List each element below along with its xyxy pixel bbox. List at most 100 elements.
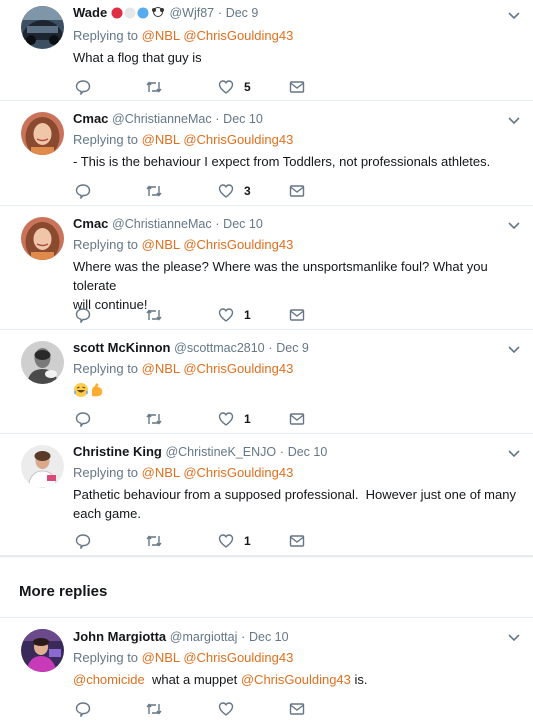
chevron-down-icon[interactable]	[507, 345, 521, 355]
tweet-text: @chomicide what a muppet @ChrisGoulding4…	[73, 670, 505, 689]
message-button[interactable]	[289, 409, 305, 429]
retweet-button[interactable]	[145, 181, 163, 201]
chevron-down-icon[interactable]	[507, 633, 521, 643]
like-button[interactable]: 3	[218, 181, 251, 201]
tweet-text-segment: is.	[350, 672, 368, 687]
display-name[interactable]: Cmac	[73, 111, 108, 126]
timestamp[interactable]: Dec 9	[276, 341, 309, 355]
retweet-button[interactable]	[145, 699, 163, 719]
tweet[interactable]: scott McKinnon @scottmac2810 · Dec 9 Rep…	[0, 330, 533, 434]
like-button[interactable]: 1	[218, 409, 251, 429]
user-handle[interactable]: @margiottaj	[170, 630, 238, 644]
separator: ·	[279, 444, 285, 459]
display-name[interactable]: Wade	[73, 5, 107, 20]
timestamp[interactable]: Dec 9	[226, 6, 259, 20]
message-button[interactable]	[289, 77, 305, 97]
replying-to: Replying to @NBL @ChrisGoulding43	[73, 464, 505, 482]
mention-link[interactable]: @ChrisGoulding43	[183, 361, 293, 376]
reply-button[interactable]	[75, 77, 91, 97]
avatar[interactable]	[21, 629, 64, 672]
display-name[interactable]: scott McKinnon	[73, 340, 171, 355]
tweet[interactable]: John Margiotta @margiottaj · Dec 10 Repl…	[0, 618, 533, 724]
tweet[interactable]: Wade @Wjf87 · Dec 9 Replying to @NBL @Ch…	[0, 0, 533, 101]
message-button[interactable]	[289, 531, 305, 551]
replying-to: Replying to @NBL @ChrisGoulding43	[73, 131, 505, 149]
mention-link[interactable]: @ChrisGoulding43	[183, 132, 293, 147]
tweet-actions: 1	[73, 531, 333, 551]
reply-button[interactable]	[75, 305, 91, 325]
retweet-button[interactable]	[145, 409, 163, 429]
reply-button[interactable]	[75, 409, 91, 429]
user-handle[interactable]: @Wjf87	[169, 6, 214, 20]
mention-link[interactable]: @NBL	[142, 650, 180, 665]
tweet[interactable]: Christine King @ChristineK_ENJO · Dec 10…	[0, 434, 533, 556]
tweet-actions: 3	[73, 181, 333, 201]
message-button[interactable]	[289, 699, 305, 719]
reply-icon	[75, 412, 91, 427]
message-icon	[289, 535, 305, 547]
mention-link[interactable]: @NBL	[142, 132, 180, 147]
replying-label: Replying to	[73, 650, 139, 665]
retweet-button[interactable]	[145, 77, 163, 97]
tweet[interactable]: Cmac @ChristianneMac · Dec 10 Replying t…	[0, 206, 533, 330]
mention-link[interactable]: @NBL	[142, 28, 180, 43]
display-name[interactable]: Christine King	[73, 444, 162, 459]
reply-icon	[75, 184, 91, 199]
like-button[interactable]: 1	[218, 531, 251, 551]
mention-link[interactable]: @NBL	[142, 361, 180, 376]
message-icon	[289, 413, 305, 425]
retweet-button[interactable]	[145, 305, 163, 325]
mention-link[interactable]: @ChrisGoulding43	[183, 650, 293, 665]
user-handle[interactable]: @ChristianneMac	[112, 217, 212, 231]
avatar[interactable]	[21, 112, 64, 155]
timestamp[interactable]: Dec 10	[223, 217, 263, 231]
like-icon	[218, 80, 234, 94]
avatar[interactable]	[21, 6, 64, 49]
chevron-down-icon[interactable]	[507, 116, 521, 126]
timestamp[interactable]: Dec 10	[288, 445, 328, 459]
tweet-text-segment: what a muppet	[144, 672, 241, 687]
mention-link[interactable]: @NBL	[142, 465, 180, 480]
like-button[interactable]: 1	[218, 305, 251, 325]
separator: ·	[215, 216, 220, 231]
reply-button[interactable]	[75, 181, 91, 201]
message-button[interactable]	[289, 181, 305, 201]
chevron-down-icon[interactable]	[507, 11, 521, 21]
retweet-icon	[146, 185, 162, 197]
avatar[interactable]	[21, 217, 64, 260]
tweet-actions	[73, 699, 333, 719]
message-button[interactable]	[289, 305, 305, 325]
replying-label: Replying to	[73, 361, 139, 376]
user-handle[interactable]: @ChristianneMac	[112, 112, 212, 126]
mention-link[interactable]: @chomicide	[73, 672, 145, 687]
timestamp[interactable]: Dec 10	[249, 630, 289, 644]
display-name[interactable]: Cmac	[73, 216, 108, 231]
mention-link[interactable]: @NBL	[142, 237, 180, 252]
tweet-text	[73, 381, 505, 400]
mention-link[interactable]: @ChrisGoulding43	[183, 28, 293, 43]
retweet-button[interactable]	[145, 531, 163, 551]
like-count: 1	[244, 534, 251, 548]
timestamp[interactable]: Dec 10	[223, 112, 263, 126]
like-button[interactable]: 5	[218, 77, 251, 97]
reply-icon	[75, 534, 91, 549]
user-handle[interactable]: @ChristineK_ENJO	[165, 445, 276, 459]
reply-button[interactable]	[75, 699, 91, 719]
avatar[interactable]	[21, 341, 64, 384]
mention-link[interactable]: @ChrisGoulding43	[241, 672, 351, 687]
separator: ·	[217, 5, 223, 20]
message-icon	[289, 81, 305, 93]
mention-link[interactable]: @ChrisGoulding43	[183, 237, 293, 252]
mention-link[interactable]: @ChrisGoulding43	[183, 465, 293, 480]
retweet-icon	[146, 535, 162, 547]
avatar[interactable]	[21, 445, 64, 488]
reply-button[interactable]	[75, 531, 91, 551]
chevron-down-icon[interactable]	[507, 449, 521, 459]
tweet[interactable]: Cmac @ChristianneMac · Dec 10 Replying t…	[0, 101, 533, 206]
like-button[interactable]	[218, 699, 234, 719]
tweet-text: Pathetic behaviour from a supposed profe…	[73, 485, 516, 523]
retweet-icon	[146, 703, 162, 715]
chevron-down-icon[interactable]	[507, 221, 521, 231]
display-name[interactable]: John Margiotta	[73, 629, 166, 644]
user-handle[interactable]: @scottmac2810	[174, 341, 265, 355]
